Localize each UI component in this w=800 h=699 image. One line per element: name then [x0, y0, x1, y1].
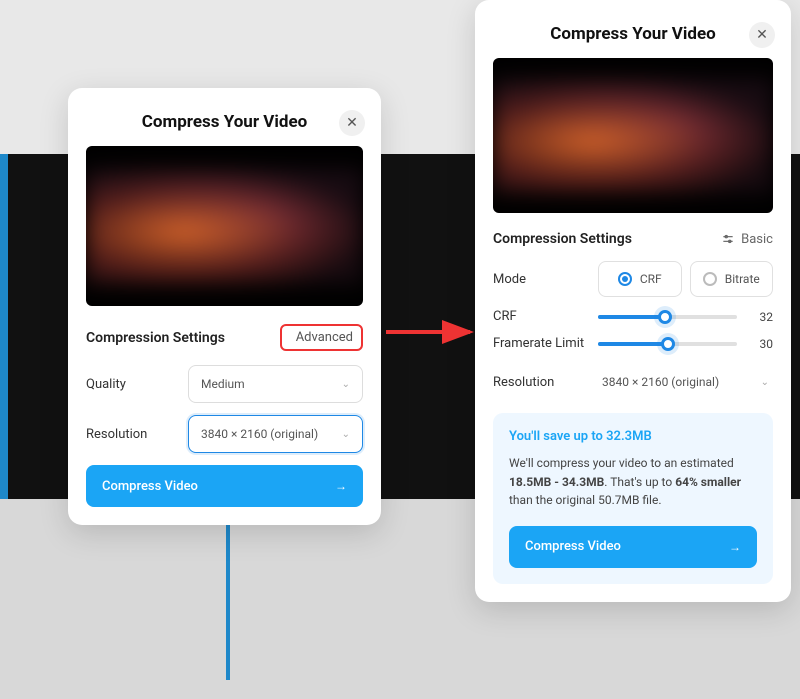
compress-button-label: Compress Video — [525, 539, 621, 554]
crf-slider[interactable] — [598, 315, 737, 319]
panel-header: Compress Your Video ✕ — [86, 112, 363, 132]
savings-text: We'll compress your video to an estimate… — [509, 456, 734, 470]
settings-title: Compression Settings — [493, 231, 632, 247]
advanced-toggle-label: Advanced — [296, 330, 353, 345]
framerate-label: Framerate Limit — [493, 336, 584, 351]
panel-title: Compress Your Video — [142, 112, 307, 132]
settings-title: Compression Settings — [86, 330, 225, 346]
quality-label: Quality — [86, 377, 126, 392]
savings-card: You'll save up to 32.3MB We'll compress … — [493, 413, 773, 584]
close-icon: ✕ — [346, 115, 358, 131]
resolution-label: Resolution — [493, 375, 554, 390]
video-thumbnail — [493, 58, 773, 213]
framerate-slider-group: 30 — [598, 337, 773, 351]
settings-header-row: Compression Settings Advanced — [86, 324, 363, 351]
chevron-down-icon: ⌄ — [761, 377, 769, 388]
crf-row: CRF 32 — [493, 309, 773, 324]
crf-slider-group: 32 — [598, 310, 773, 324]
savings-percentage: 64% smaller — [675, 475, 741, 489]
savings-text: than the original 50.7MB file. — [509, 493, 662, 507]
slider-knob[interactable] — [658, 310, 672, 324]
sliders-icon — [721, 232, 735, 246]
quality-select[interactable]: Medium ⌄ — [188, 365, 363, 403]
slider-fill — [598, 342, 668, 346]
advanced-toggle[interactable]: Advanced — [280, 324, 363, 351]
savings-body: We'll compress your video to an estimate… — [509, 454, 757, 510]
callout-arrow-icon — [384, 317, 480, 347]
savings-title: You'll save up to 32.3MB — [509, 429, 757, 444]
framerate-value: 30 — [751, 337, 773, 351]
quality-row: Quality Medium ⌄ — [86, 365, 363, 403]
resolution-select[interactable]: 3840 × 2160 (original) ⌄ — [598, 363, 773, 401]
crf-label: CRF — [493, 309, 517, 324]
close-button[interactable]: ✕ — [339, 110, 365, 136]
compress-button[interactable]: Compress Video → — [86, 465, 363, 507]
background-center-accent — [226, 500, 230, 680]
mode-row: Mode CRF Bitrate — [493, 261, 773, 297]
mode-radio-group: CRF Bitrate — [598, 261, 773, 297]
crf-value: 32 — [751, 310, 773, 324]
framerate-row: Framerate Limit 30 — [493, 336, 773, 351]
compress-button-label: Compress Video — [102, 479, 198, 494]
quality-value: Medium — [201, 377, 245, 391]
mode-crf-radio[interactable]: CRF — [598, 261, 682, 297]
close-icon: ✕ — [756, 27, 768, 43]
mode-crf-label: CRF — [640, 272, 662, 286]
compress-panel-basic: Compress Your Video ✕ Compression Settin… — [68, 88, 381, 525]
chevron-down-icon: ⌄ — [342, 379, 350, 390]
basic-toggle-label: Basic — [741, 232, 773, 247]
radio-dot-icon — [703, 272, 717, 286]
panel-header: Compress Your Video ✕ — [493, 24, 773, 44]
framerate-slider[interactable] — [598, 342, 737, 346]
compress-button[interactable]: Compress Video → — [509, 526, 757, 568]
resolution-label: Resolution — [86, 427, 147, 442]
arrow-right-icon: → — [335, 479, 347, 493]
background-left-accent — [0, 154, 8, 499]
compress-panel-advanced: Compress Your Video ✕ Compression Settin… — [475, 0, 791, 602]
mode-bitrate-label: Bitrate — [725, 272, 760, 286]
mode-bitrate-radio[interactable]: Bitrate — [690, 261, 774, 297]
savings-text: . That's up to — [604, 475, 675, 489]
resolution-select[interactable]: 3840 × 2160 (original) ⌄ — [188, 415, 363, 453]
video-thumbnail-image — [86, 168, 363, 284]
video-thumbnail — [86, 146, 363, 306]
mode-label: Mode — [493, 272, 526, 287]
panel-title: Compress Your Video — [550, 24, 715, 44]
arrow-right-icon: → — [729, 540, 741, 554]
radio-dot-icon — [618, 272, 632, 286]
resolution-row: Resolution 3840 × 2160 (original) ⌄ — [493, 363, 773, 401]
settings-header-row: Compression Settings Basic — [493, 231, 773, 247]
close-button[interactable]: ✕ — [749, 22, 775, 48]
video-thumbnail-image — [493, 78, 773, 193]
resolution-value: 3840 × 2160 (original) — [602, 375, 719, 389]
slider-fill — [598, 315, 665, 319]
slider-knob[interactable] — [661, 337, 675, 351]
resolution-value: 3840 × 2160 (original) — [201, 427, 318, 441]
resolution-row: Resolution 3840 × 2160 (original) ⌄ — [86, 415, 363, 453]
basic-toggle[interactable]: Basic — [721, 232, 773, 247]
chevron-down-icon: ⌄ — [342, 429, 350, 440]
savings-estimate: 18.5MB - 34.3MB — [509, 475, 604, 489]
